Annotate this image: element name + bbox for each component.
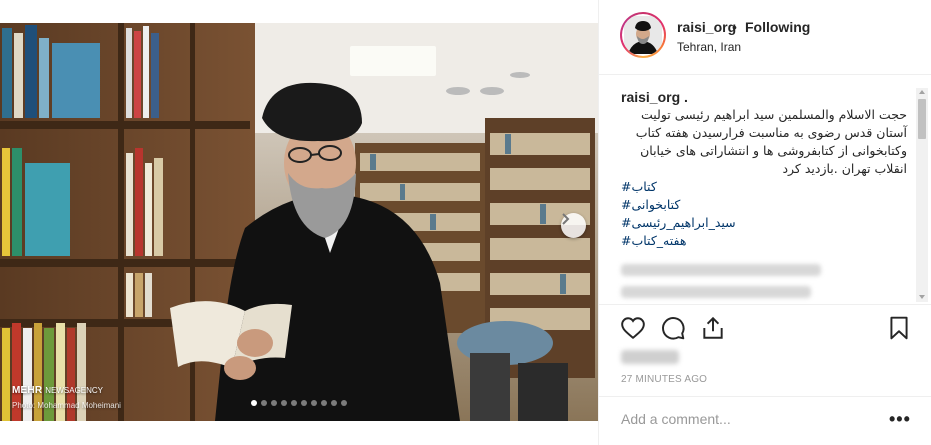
follow-status-button[interactable]: Following	[745, 19, 810, 35]
comment-bubble-icon	[662, 317, 685, 340]
carousel-next-button[interactable]	[561, 213, 586, 238]
caption-scrollbar[interactable]	[916, 88, 928, 302]
caption: raisi_org . حجت الاسلام والمسلمین سید اب…	[621, 88, 907, 298]
bookmark-icon	[890, 316, 908, 340]
hashtag-link[interactable]: کتابخوانی#	[621, 196, 907, 214]
location-link[interactable]: Tehran, Iran	[677, 40, 741, 54]
share-icon	[703, 316, 723, 339]
caption-text: حجت الاسلام والمسلمین سید ابراهیم رئیسی …	[635, 107, 907, 176]
carousel-dot	[311, 400, 317, 406]
carousel-dot	[341, 400, 347, 406]
carousel-indicator	[0, 400, 598, 406]
carousel-dot	[271, 400, 277, 406]
caption-username[interactable]: raisi_org .	[621, 88, 907, 106]
post-photo[interactable]: MEHR NEWSAGENCY Photo: Mohammad Moheiman…	[0, 23, 598, 421]
carousel-dot	[321, 400, 327, 406]
carousel-dot	[331, 400, 337, 406]
chevron-right-icon	[562, 213, 570, 225]
carousel-dot	[301, 400, 307, 406]
watermark-agency: MEHR NEWSAGENCY	[12, 385, 104, 396]
caption-area[interactable]: raisi_org . حجت الاسلام والمسلمین سید اب…	[599, 76, 931, 304]
like-button[interactable]	[620, 315, 646, 341]
avatar[interactable]	[620, 12, 666, 58]
post-timestamp: 27 MINUTES AGO	[621, 374, 708, 385]
action-bar	[599, 304, 931, 350]
comment-button[interactable]	[660, 315, 686, 341]
comment-composer: •••	[599, 396, 931, 445]
hashtag-link[interactable]: کتاب#	[621, 178, 907, 196]
scroll-up-arrow-icon[interactable]	[919, 90, 925, 94]
share-button[interactable]	[700, 315, 726, 341]
header-separator: •	[732, 19, 737, 35]
blurred-comment	[621, 264, 821, 276]
carousel-dot	[291, 400, 297, 406]
post-header: raisi_org • Following Tehran, Iran	[599, 0, 931, 75]
comment-input[interactable]	[621, 411, 881, 427]
save-button[interactable]	[886, 315, 912, 341]
likes-count-blurred	[621, 350, 679, 364]
carousel-dot	[261, 400, 267, 406]
carousel-dot	[281, 400, 287, 406]
scroll-down-arrow-icon[interactable]	[919, 295, 925, 299]
more-options-button[interactable]: •••	[889, 409, 911, 430]
profile-photo-icon	[624, 16, 662, 54]
hashtag-link[interactable]: سید_ابراهیم_رئیسی#	[621, 214, 907, 232]
hashtag-link[interactable]: هفته_کتاب#	[621, 232, 907, 250]
instagram-post: MEHR NEWSAGENCY Photo: Mohammad Moheiman…	[0, 0, 931, 445]
photo-illustration	[0, 23, 598, 421]
username-link[interactable]: raisi_org	[677, 19, 736, 35]
carousel-dot	[251, 400, 257, 406]
scrollbar-thumb[interactable]	[918, 99, 926, 139]
heart-icon	[621, 317, 645, 340]
blurred-comment	[621, 286, 811, 298]
post-side-panel: raisi_org • Following Tehran, Iran raisi…	[598, 0, 931, 445]
